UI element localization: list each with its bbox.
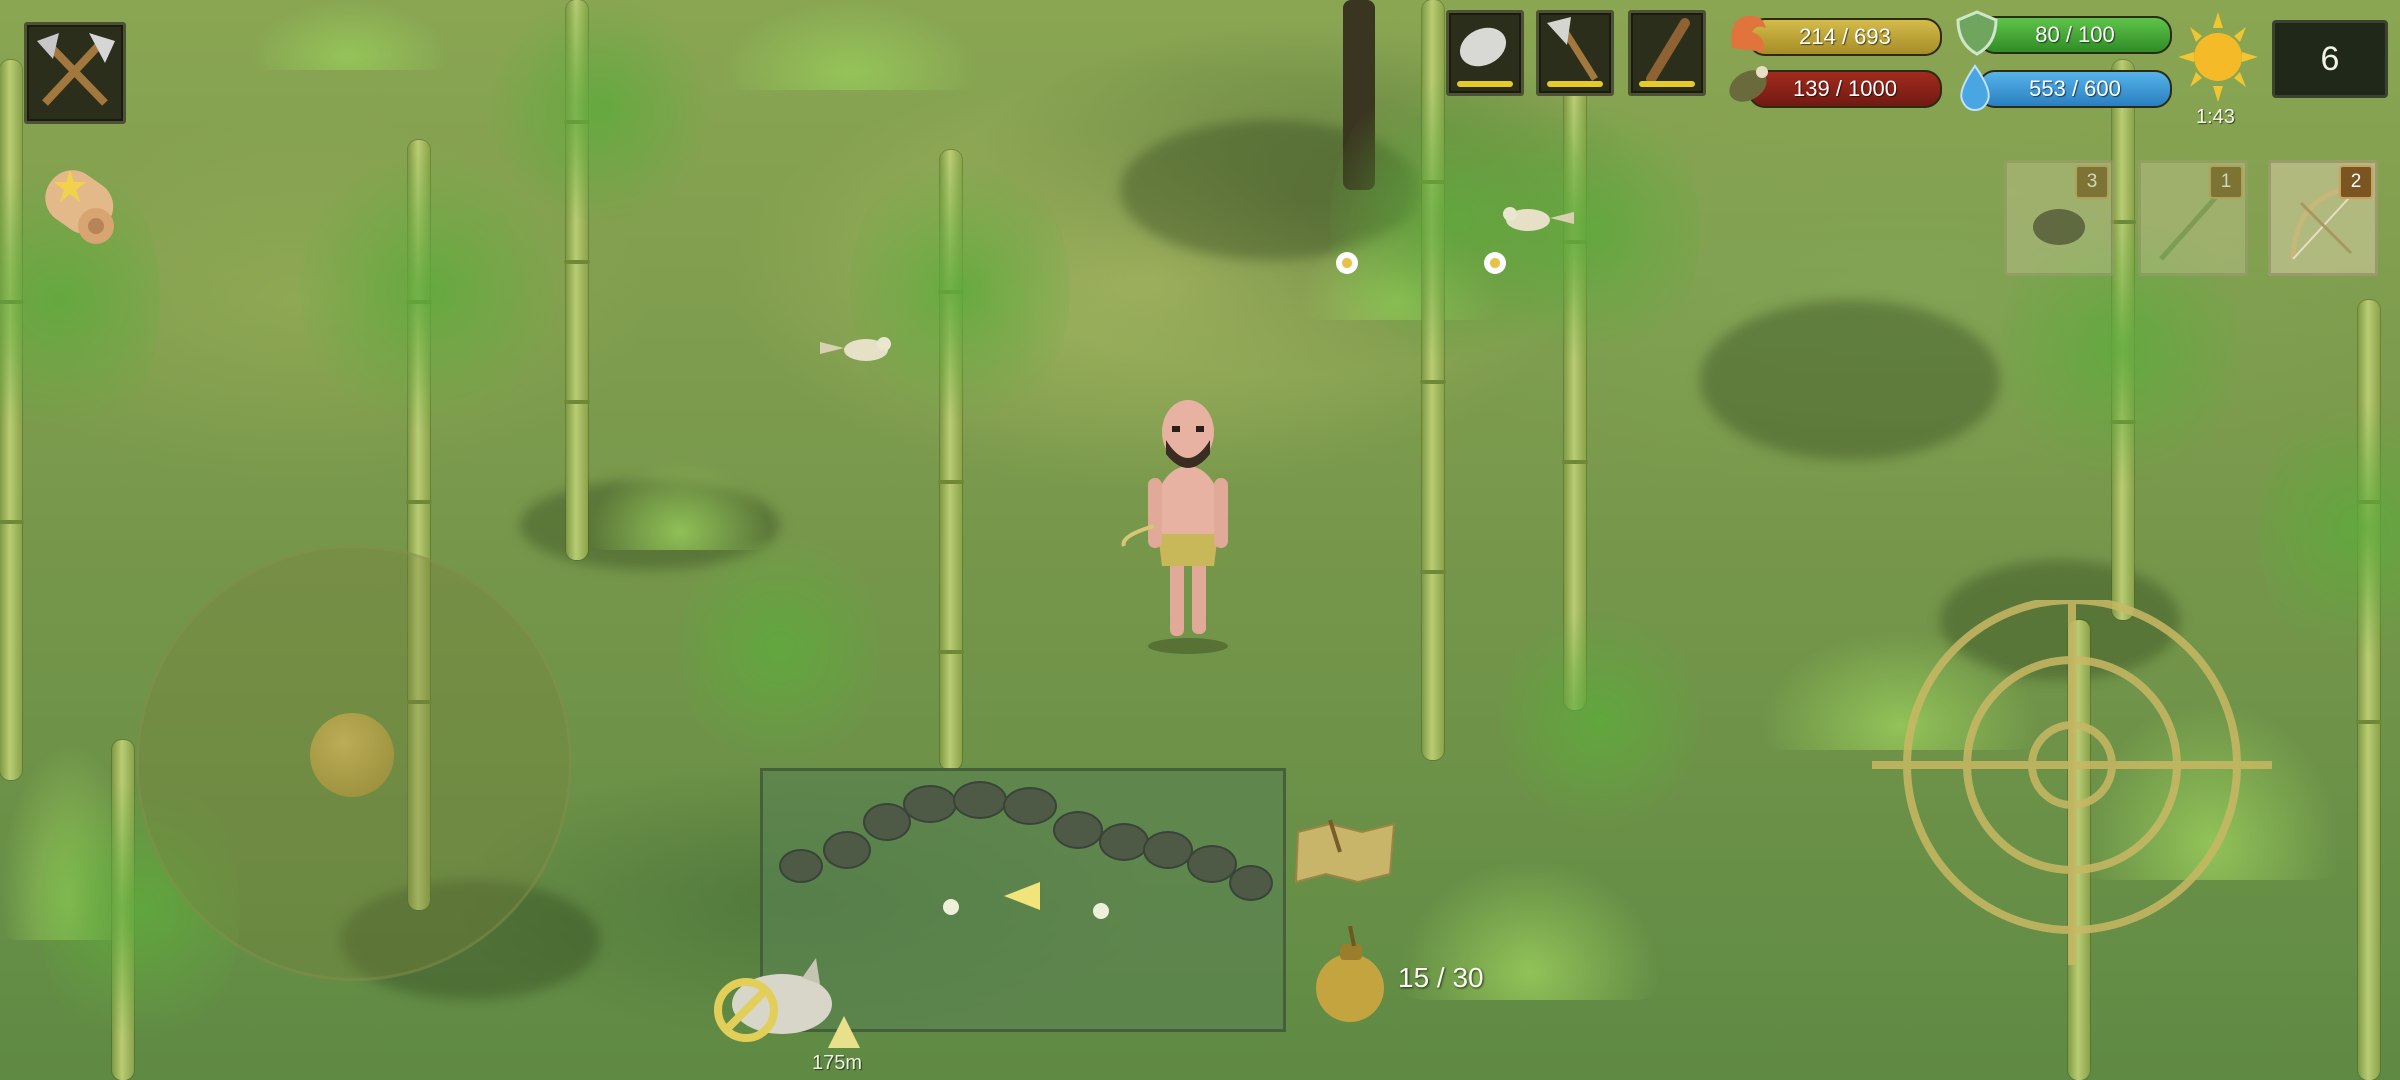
bamboo-leaves [850, 140, 1070, 440]
meat-icon [1729, 66, 1768, 102]
strength-value: 214 / 693 [1799, 24, 1891, 49]
level-value: 6 [2320, 39, 2340, 78]
item-count-badge: 1 [2209, 165, 2243, 199]
treasure-map-icon[interactable] [1290, 812, 1400, 892]
durability-bar [1547, 81, 1603, 87]
sun-icon [2178, 12, 2258, 102]
food-value: 139 / 1000 [1793, 76, 1897, 101]
bird[interactable] [820, 328, 900, 368]
minimap-flower [943, 899, 959, 915]
quick-slot-stick[interactable]: 1 [2138, 160, 2248, 276]
quick-slot-bow[interactable]: 2 [2268, 160, 2378, 276]
strength-bar: 214 / 693 [1748, 18, 1942, 56]
water-bar: 553 / 600 [1978, 70, 2172, 108]
wolf-no-icon[interactable] [706, 958, 836, 1048]
level-indicator[interactable]: 6 [2272, 20, 2388, 98]
grass-tuft [250, 0, 450, 70]
minimap-rock [1099, 823, 1149, 861]
durability-bar [1639, 81, 1695, 87]
bamboo-leaves [1500, 600, 1700, 840]
minimap-rock [779, 849, 823, 883]
minimap-rock [953, 781, 1007, 819]
bamboo-leaves [2260, 380, 2400, 680]
bamboo-leaves [300, 140, 560, 440]
armor-value: 80 / 100 [2035, 22, 2115, 47]
grass-tuft [720, 0, 980, 90]
tree-marker-icon [828, 1016, 860, 1048]
equipment-slot-club[interactable] [1628, 10, 1706, 96]
minimap-rock [1053, 811, 1103, 849]
minimap-rock [823, 831, 871, 869]
player-map-arrow [1004, 882, 1040, 910]
flexed-arm-icon [1731, 15, 1766, 52]
inventory-count: 15 / 30 [1398, 962, 1484, 993]
equipment-slot-stone[interactable] [1446, 10, 1524, 96]
item-count-badge: 3 [2075, 165, 2109, 199]
time-of-day: 1:43 [2196, 106, 2235, 128]
minimap-rock [1003, 787, 1057, 825]
water-drop-icon [1960, 64, 1990, 112]
quick-slot-stone[interactable]: 3 [2004, 160, 2114, 276]
minimap-rock [903, 785, 957, 823]
equipment-slot-axe[interactable] [1536, 10, 1614, 96]
food-bar: 139 / 1000 [1748, 70, 1942, 108]
white-flower[interactable] [1336, 252, 1358, 274]
shield-icon [1956, 10, 1998, 56]
player-character [1121, 400, 1228, 654]
water-value: 553 / 600 [2029, 76, 2121, 101]
bird[interactable] [1494, 198, 1574, 238]
crafting-button[interactable] [24, 22, 126, 124]
joystick-knob[interactable] [310, 713, 394, 797]
quests-button[interactable] [26, 156, 122, 246]
minimap-flower [1093, 903, 1109, 919]
crossed-tools-icon [37, 33, 115, 106]
distance-label: 175m [812, 1052, 863, 1074]
attack-crosshair-button[interactable] [1872, 600, 2272, 1000]
bamboo-leaves [680, 520, 880, 780]
minimap-rock [1143, 831, 1193, 869]
scroll-icon [45, 170, 114, 244]
pouch-icon[interactable] [1310, 926, 1392, 1026]
white-flower[interactable] [1484, 252, 1506, 274]
item-count-badge: 2 [2339, 165, 2373, 199]
durability-bar [1457, 81, 1513, 87]
minimap-rock [1229, 865, 1273, 901]
armor-bar: 80 / 100 [1978, 16, 2172, 54]
tree-shadow [1700, 300, 2000, 460]
